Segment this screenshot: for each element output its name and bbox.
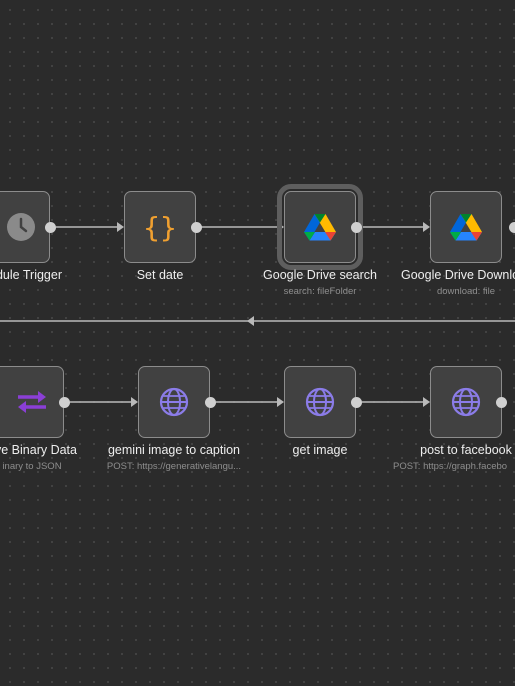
node-label: post to facebook [420,443,512,457]
globe-icon [159,387,189,417]
arrow-icon [117,222,124,232]
google-drive-download-node[interactable] [430,191,502,263]
arrow-left-icon [247,316,254,326]
google-drive-icon [304,213,336,241]
arrow-icon [131,397,138,407]
connections-layer [0,222,515,407]
output-handle[interactable] [45,221,56,233]
node-label: gemini image to caption [107,443,241,457]
schedule-trigger-node[interactable] [0,191,50,263]
workflow-canvas[interactable]: dule Trigger {} Set date Google Drive se… [0,0,515,686]
node-subtitle: download: file [436,286,496,297]
move-binary-data-node[interactable] [0,366,64,438]
output-handle[interactable] [351,396,362,408]
arrow-icon [277,222,284,232]
output-handle[interactable] [509,221,515,233]
arrow-icon [423,222,430,232]
set-date-node[interactable]: {} [124,191,196,263]
arrow-icon [423,397,430,407]
output-handle[interactable] [190,221,202,233]
node-subtitle: POST: https://generativelangu... [106,461,242,472]
output-handle[interactable] [351,221,362,233]
arrow-icon [277,397,284,407]
output-handle[interactable] [205,396,216,408]
post-to-facebook-node[interactable] [430,366,502,438]
output-handle[interactable] [59,396,70,408]
get-image-node[interactable] [284,366,356,438]
globe-icon [451,387,481,417]
gemini-image-to-caption-node[interactable] [138,366,210,438]
braces-icon: {} [143,210,177,244]
node-label: get image [292,443,348,457]
node-label: Set date [136,268,184,282]
output-handle[interactable] [496,396,507,408]
node-subtitle: POST: https://graph.facebo [393,461,508,472]
globe-icon [305,387,335,417]
node-subtitle: search: fileFolder [283,286,357,297]
swap-arrows-icon [16,389,48,415]
node-label: Google Drive Downlo [401,268,515,282]
google-drive-search-node[interactable] [277,184,363,270]
google-drive-icon [450,213,482,241]
clock-icon [6,212,36,242]
node-label: Google Drive search [263,268,377,282]
